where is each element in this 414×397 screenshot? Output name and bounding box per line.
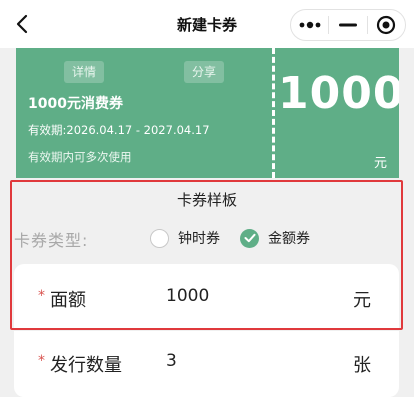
share-button[interactable]: 分享 [184, 61, 225, 83]
minimize-button[interactable] [329, 10, 366, 40]
row-divider [14, 330, 399, 331]
radio-checked-icon [240, 228, 259, 248]
radio-label: 金额券 [268, 231, 310, 247]
required-mark: * [38, 353, 45, 369]
face-value-input[interactable]: 1000 [166, 286, 316, 306]
quantity-unit: 张 [353, 355, 371, 376]
checkmark-icon [244, 233, 255, 243]
coupon-card: 详情 分享 1000元消费券 有效期:2026.04.17 - 2027.04.… [16, 48, 399, 178]
coupon-perforation [272, 48, 275, 178]
close-button[interactable] [368, 10, 405, 40]
more-dots-icon [299, 21, 321, 29]
radio-option-time-coupon[interactable]: 钟时券 [150, 226, 220, 250]
section-title: 卡券样板 [176, 191, 237, 209]
face-value-unit: 元 [353, 290, 371, 311]
details-button[interactable]: 详情 [64, 61, 105, 83]
coupon-amount: 1000 [278, 68, 399, 119]
coupon-info: 详情 分享 1000元消费券 有效期:2026.04.17 - 2027.04.… [16, 48, 272, 178]
required-mark: * [38, 288, 45, 304]
nav-header: 新建卡券 [0, 0, 414, 48]
radio-unchecked-icon [150, 228, 169, 248]
coupon-type-label: 卡券类型: [14, 231, 89, 250]
mini-program-capsule [290, 9, 406, 41]
radio-label: 钟时券 [178, 231, 220, 247]
coupon-name: 1000元消费券 [28, 96, 123, 112]
form-card: * 面额 1000 元 * 发行数量 3 张 [14, 264, 399, 397]
radio-option-amount-coupon[interactable]: 金额券 [240, 226, 310, 250]
quantity-label: 发行数量 [50, 355, 122, 376]
coupon-validity: 有效期:2026.04.17 - 2027.04.17 [28, 123, 210, 137]
record-target-icon [377, 15, 396, 35]
face-value-label: 面额 [50, 290, 86, 311]
face-value-row: * 面额 1000 元 [14, 272, 399, 328]
coupon-usage-note: 有效期内可多次使用 [28, 150, 132, 164]
coupon-type-row: 卡券类型: 钟时券 金额券 [14, 226, 400, 250]
quantity-row: * 发行数量 3 张 [14, 337, 399, 393]
coupon-unit: 元 [373, 156, 387, 171]
minimize-icon [338, 23, 357, 27]
more-button[interactable] [291, 10, 328, 40]
quantity-input[interactable]: 3 [166, 351, 316, 371]
